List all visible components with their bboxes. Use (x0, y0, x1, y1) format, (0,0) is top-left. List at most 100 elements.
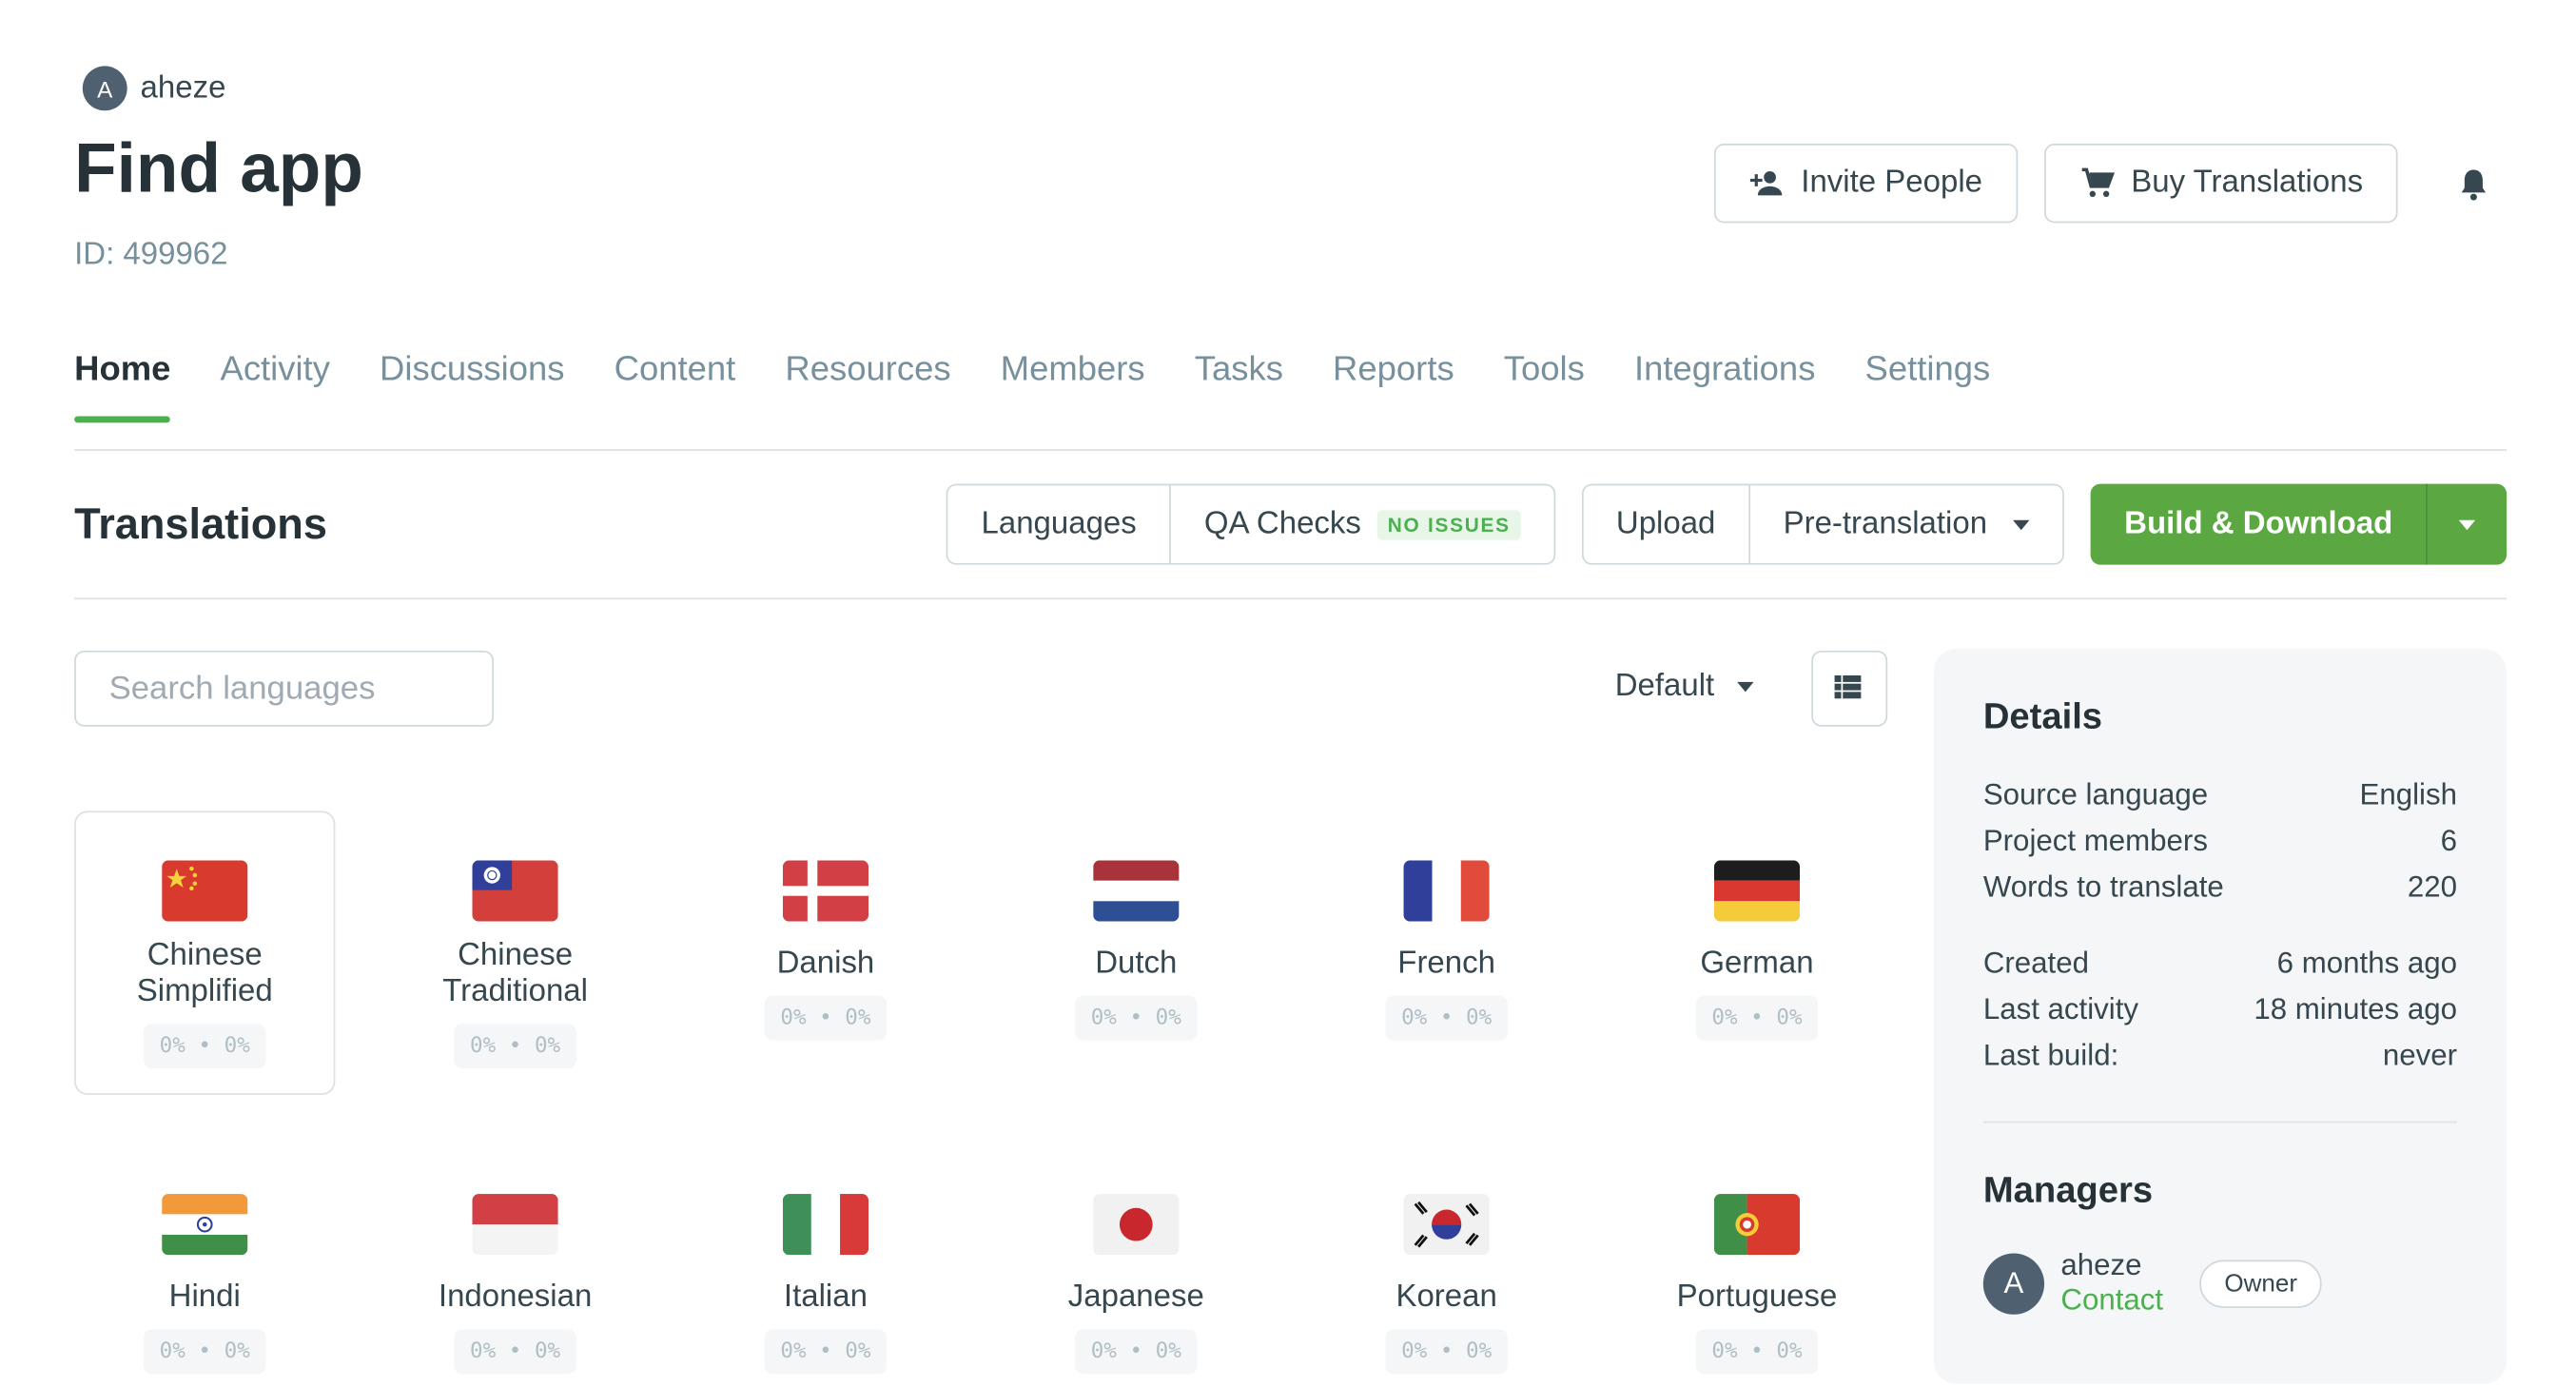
build-download-group: Build & Download (2091, 483, 2508, 565)
language-name: German (1700, 946, 1814, 982)
china-flag-icon (162, 860, 248, 922)
languages-qa-group: Languages QA Checks NO ISSUES (946, 483, 1555, 565)
tab-resources[interactable]: Resources (785, 350, 950, 422)
language-card-korean[interactable]: Korean 0% • 0% (1317, 1144, 1577, 1387)
manager-avatar[interactable]: A (1982, 1252, 2045, 1314)
language-progress: 0% • 0% (453, 1329, 577, 1375)
page: A aheze Find app ID: 499962 Invite Peopl… (0, 0, 2576, 1387)
netherlands-flag-icon (1093, 860, 1180, 922)
tab-tasks[interactable]: Tasks (1195, 350, 1283, 422)
language-card-german[interactable]: German 0% • 0% (1627, 811, 1887, 1095)
indonesia-flag-icon (472, 1194, 558, 1256)
project-tabs: Home Activity Discussions Content Resour… (74, 350, 1991, 423)
pretranslation-button[interactable]: Pre-translation (1748, 485, 2063, 563)
language-name: Dutch (1095, 946, 1178, 982)
add-person-icon (1748, 166, 1785, 202)
france-flag-icon (1403, 860, 1490, 922)
denmark-flag-icon (782, 860, 869, 922)
detail-row: Words to translate 220 (1983, 864, 2457, 910)
manager-item: A aheze Contact Owner (1982, 1248, 2457, 1318)
detail-value: 6 months ago (2276, 946, 2458, 980)
language-card-chinese-traditional[interactable]: Chinese Traditional 0% • 0% (384, 811, 645, 1095)
tab-members[interactable]: Members (1001, 350, 1145, 422)
buy-translations-label: Buy Translations (2131, 165, 2364, 201)
tab-content[interactable]: Content (615, 350, 736, 422)
language-progress: 0% • 0% (1074, 995, 1199, 1041)
tab-discussions[interactable]: Discussions (380, 350, 565, 422)
manager-info: aheze Contact (2060, 1248, 2163, 1318)
language-progress: 0% • 0% (1695, 1329, 1819, 1375)
language-grid: Chinese Simplified 0% • 0% Chinese Tradi… (74, 811, 1890, 1387)
language-progress: 0% • 0% (143, 1329, 267, 1375)
language-card-french[interactable]: French 0% • 0% (1317, 811, 1577, 1095)
language-progress: 0% • 0% (143, 1024, 267, 1069)
list-view-icon (1831, 671, 1867, 707)
details-panel: Details Source language English Project … (1933, 649, 2508, 1384)
manager-contact-link[interactable]: Contact (2060, 1283, 2163, 1318)
detail-row: Created 6 months ago (1983, 940, 2457, 987)
detail-label: Last activity (1982, 992, 2139, 1026)
language-name: Hindi (168, 1280, 241, 1315)
tab-reports[interactable]: Reports (1333, 350, 1454, 422)
translations-title: Translations (74, 498, 327, 549)
managers-title: Managers (1982, 1169, 2154, 1211)
search-languages-input[interactable] (74, 650, 495, 727)
tab-settings[interactable]: Settings (1865, 350, 1991, 422)
detail-value: English (2359, 777, 2458, 811)
build-options-button[interactable] (2426, 483, 2507, 565)
project-owner[interactable]: A aheze (82, 66, 226, 111)
manager-name[interactable]: aheze (2060, 1248, 2163, 1282)
detail-value: 18 minutes ago (2254, 992, 2458, 1026)
japan-flag-icon (1093, 1194, 1180, 1256)
sort-select[interactable]: Default (1615, 669, 1754, 705)
tabs-divider (74, 449, 2508, 451)
language-progress: 0% • 0% (764, 1329, 888, 1375)
caret-down-icon (2458, 518, 2476, 530)
language-progress: 0% • 0% (1384, 1329, 1509, 1375)
tab-tools[interactable]: Tools (1504, 350, 1585, 422)
tab-integrations[interactable]: Integrations (1634, 350, 1816, 422)
language-card-indonesian[interactable]: Indonesian 0% • 0% (384, 1144, 645, 1387)
pretranslation-label: Pre-translation (1783, 506, 1988, 541)
language-progress: 0% • 0% (453, 1024, 577, 1069)
language-progress: 0% • 0% (1384, 995, 1509, 1041)
language-card-danish[interactable]: Danish 0% • 0% (695, 811, 956, 1095)
detail-label: Last build: (1982, 1038, 2119, 1072)
owner-avatar[interactable]: A (82, 66, 127, 111)
language-name: Indonesian (438, 1280, 593, 1315)
upload-button[interactable]: Upload (1583, 485, 1749, 563)
tab-home[interactable]: Home (74, 350, 172, 423)
build-download-button[interactable]: Build & Download (2091, 484, 2426, 565)
sort-value: Default (1614, 669, 1715, 704)
language-card-italian[interactable]: Italian 0% • 0% (695, 1144, 956, 1387)
detail-row: Project members 6 (1983, 817, 2457, 864)
languages-button[interactable]: Languages (947, 485, 1170, 563)
language-card-chinese-simplified[interactable]: Chinese Simplified 0% • 0% (74, 811, 336, 1095)
invite-people-button[interactable]: Invite People (1713, 144, 2018, 224)
details-title: Details (1982, 694, 2103, 737)
qa-checks-button[interactable]: QA Checks NO ISSUES (1169, 485, 1553, 563)
korea-flag-icon (1403, 1194, 1490, 1256)
invite-people-label: Invite People (1801, 165, 1983, 201)
detail-value: 220 (2407, 869, 2458, 904)
buy-translations-button[interactable]: Buy Translations (2043, 144, 2398, 224)
notifications-button[interactable] (2441, 150, 2507, 216)
language-name: Chinese Traditional (442, 937, 588, 1009)
language-name: Italian (783, 1280, 868, 1315)
tab-activity[interactable]: Activity (220, 350, 329, 422)
caret-down-icon (2013, 518, 2031, 530)
view-toggle-button[interactable] (1811, 650, 1888, 727)
language-card-hindi[interactable]: Hindi 0% • 0% (74, 1144, 335, 1387)
language-card-japanese[interactable]: Japanese 0% • 0% (1005, 1144, 1266, 1387)
language-name: Japanese (1067, 1280, 1204, 1315)
language-card-dutch[interactable]: Dutch 0% • 0% (1005, 811, 1266, 1095)
bell-icon (2455, 166, 2491, 202)
detail-row: Last build: never (1983, 1032, 2457, 1079)
project-id: ID: 499962 (74, 237, 228, 273)
india-flag-icon (162, 1194, 248, 1256)
detail-row: Source language English (1983, 772, 2457, 818)
language-card-portuguese[interactable]: Portuguese 0% • 0% (1627, 1144, 1887, 1387)
owner-name[interactable]: aheze (141, 70, 226, 107)
manager-role-badge: Owner (2199, 1259, 2323, 1307)
project-title: Find app (74, 128, 363, 206)
